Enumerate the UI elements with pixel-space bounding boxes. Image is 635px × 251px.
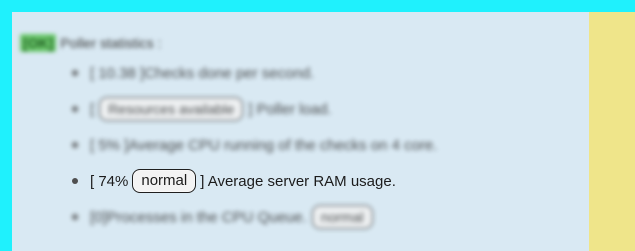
resources-available-badge: Resources available [99,97,244,121]
stat-description: Processes in the CPU Queue. [106,208,307,226]
ram-status-badge: normal [132,169,197,193]
bullet-icon [72,214,78,220]
poller-statistics-title: Poller statistics : [60,35,162,51]
poller-statistics-header: [OK] Poller statistics : [20,34,161,52]
ram-description: ] Average server RAM usage. [200,172,396,190]
bullet-icon [72,178,78,184]
stat-row-cpu-average: [ 5% ] Average CPU running of the checks… [72,127,572,163]
ram-prefix: [ 74% [90,172,129,190]
stat-prefix: [ 5% ] [90,136,129,154]
stat-row-poller-load: [ Resources available ] Poller load. [72,91,572,127]
stat-row-ram-usage: [ 74% normal ] Average server RAM usage. [72,163,572,199]
stat-row-checks-per-second: [ 10.38 ] Checks done per second. [72,55,572,91]
stat-prefix: [ 10.38 ] [90,64,145,82]
statistics-list: [ 10.38 ] Checks done per second. [ Reso… [72,55,572,235]
bullet-icon [72,142,78,148]
stat-description: Checks done per second. [144,64,315,82]
bullet-icon [72,106,78,112]
bullet-icon [72,70,78,76]
ok-status-badge: [OK] [20,34,57,52]
stat-prefix: [ [90,100,95,118]
side-panel [589,12,635,251]
stat-description: ] Poller load. [248,100,332,118]
stat-description: Average CPU running of the checks on 4 c… [128,136,438,154]
stat-row-cpu-queue: [0] Processes in the CPU Queue. normal [72,199,572,235]
cpu-queue-status-badge: normal [311,205,373,229]
stat-prefix: [0] [90,208,107,226]
